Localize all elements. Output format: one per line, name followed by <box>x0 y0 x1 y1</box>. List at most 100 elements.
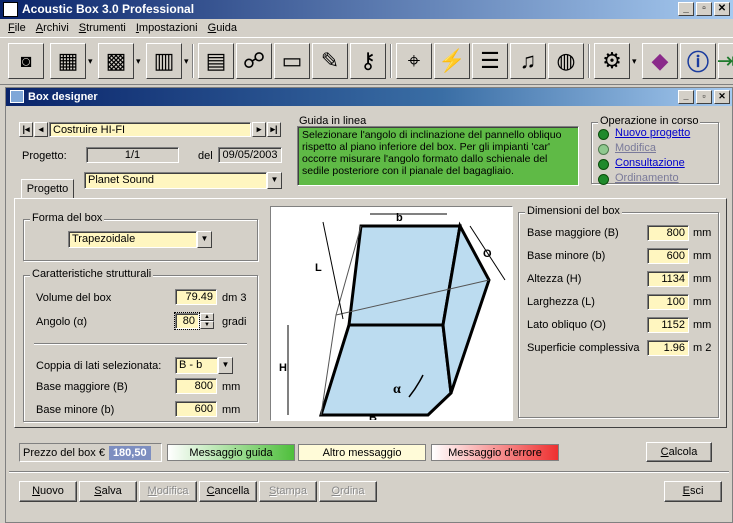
left-face <box>347 224 462 327</box>
label-L: L <box>315 262 322 274</box>
menu-file[interactable]: File <box>8 22 26 34</box>
label-alpha: α <box>393 382 401 397</box>
info-icon[interactable]: ⓘ <box>680 43 716 79</box>
spin-up-icon[interactable]: ▲ <box>200 313 214 321</box>
messaggio-guida: Messaggio guida <box>167 444 295 461</box>
dropdown-arrow-icon[interactable]: ▾ <box>184 56 189 67</box>
equalizer-tool-icon[interactable]: ☰ <box>472 43 508 79</box>
link-modifica[interactable]: Modifica <box>615 142 656 154</box>
dropdown-arrow-icon[interactable]: ▾ <box>88 56 93 67</box>
chevron-down-icon[interactable]: ▼ <box>218 357 233 374</box>
child-close-button[interactable]: ✕ <box>714 90 730 104</box>
caratteristiche-title: Caratteristiche strutturali <box>30 268 154 280</box>
link-nuovo-progetto[interactable]: Nuovo progetto <box>615 127 690 139</box>
label-H: H <box>279 362 287 374</box>
radio-modifica[interactable] <box>598 144 609 155</box>
child-minimize-button[interactable]: _ <box>678 90 694 104</box>
book-help-icon[interactable]: ◆ <box>642 43 678 79</box>
menu-guida[interactable]: Guida <box>208 22 237 34</box>
keys-tool-icon[interactable]: ⚷ <box>350 43 386 79</box>
document-tool-icon[interactable]: ▤ <box>198 43 234 79</box>
dim-row: Altezza (H) 1134 mm <box>527 271 715 294</box>
dim-label: Larghezza (L) <box>527 296 595 308</box>
guida-text: Selezionare l'angolo di inclinazione del… <box>297 126 579 186</box>
books-tool-icon[interactable]: ▥ <box>146 43 182 79</box>
window-icon <box>10 90 24 103</box>
nuovo-button[interactable]: Nuovo <box>19 481 77 502</box>
cancella-button[interactable]: Cancella <box>199 481 257 502</box>
altro-messaggio: Altro messaggio <box>298 444 426 461</box>
link-ordinamento[interactable]: Ordinamento <box>615 172 679 184</box>
prev-record-icon[interactable]: ◂ <box>34 122 48 137</box>
divider <box>34 343 247 345</box>
label-O: O <box>483 248 492 260</box>
angolo-label: Angolo (α) <box>36 316 87 328</box>
dim-label: Base maggiore (B) <box>527 227 619 239</box>
dropdown-arrow-icon[interactable]: ▾ <box>136 56 141 67</box>
base-min-value[interactable]: 600 <box>175 401 217 417</box>
salva-button[interactable]: Salva <box>79 481 137 502</box>
cables-tool-icon[interactable]: ⚡ <box>434 43 470 79</box>
first-record-icon[interactable]: |◂ <box>19 122 33 137</box>
project-name-combo[interactable]: Planet Sound ▼ <box>84 172 282 189</box>
tab-progetto[interactable]: Progetto <box>21 179 74 198</box>
progetto-value: 1/1 <box>86 147 179 163</box>
base-magg-value[interactable]: 800 <box>175 378 217 394</box>
measure-tool-icon[interactable]: ⌖ <box>396 43 432 79</box>
next-record-icon[interactable]: ▸ <box>252 122 266 137</box>
globe-tool-icon[interactable]: ◍ <box>548 43 584 79</box>
dim-label: Altezza (H) <box>527 273 582 285</box>
coppia-select[interactable]: B - b ▼ <box>175 357 233 374</box>
handshake-tool-icon[interactable]: ☍ <box>236 43 272 79</box>
minimize-button[interactable]: _ <box>678 2 694 16</box>
prezzo-label: Prezzo del box € <box>23 446 105 459</box>
operazione-title: Operazione in corso <box>598 115 701 127</box>
gears-tool-icon[interactable]: ⚙ <box>594 43 630 79</box>
volume-value: 79.49 <box>175 289 217 305</box>
restore-button[interactable]: ▫ <box>696 2 712 16</box>
app-title: Acoustic Box 3.0 Professional <box>22 2 195 16</box>
prezzo-value: 180,50 <box>108 445 151 460</box>
stampa-button[interactable]: Stampa <box>259 481 317 502</box>
child-restore-button[interactable]: ▫ <box>696 90 712 104</box>
last-record-icon[interactable]: ▸| <box>267 122 281 137</box>
prezzo-box: Prezzo del box € 180,50 <box>19 443 162 462</box>
folder-tool-icon[interactable]: ▭ <box>274 43 310 79</box>
dim-row: Superficie complessiva 1.96 m 2 <box>527 340 715 363</box>
angolo-spinner[interactable]: ▲ ▼ <box>200 313 214 329</box>
link-consultazione[interactable]: Consultazione <box>615 157 685 169</box>
child-title: Box designer <box>28 91 98 103</box>
dim-unit: mm <box>693 227 712 239</box>
chevron-down-icon[interactable]: ▼ <box>197 231 212 248</box>
angolo-input[interactable]: 80 <box>174 312 200 330</box>
building-tool-icon[interactable]: ▦ <box>50 43 86 79</box>
dim-row: Lato obliquo (O) 1152 mm <box>527 317 715 340</box>
dim-row: Base maggiore (B) 800 mm <box>527 225 715 248</box>
sound-tool-icon[interactable]: ♫ <box>510 43 546 79</box>
menu-archivi[interactable]: Archivi <box>36 22 69 34</box>
menu-impostazioni[interactable]: Impostazioni <box>136 22 198 34</box>
forma-select[interactable]: Trapezoidale ▼ <box>68 231 212 248</box>
radio-nuovo[interactable] <box>598 129 609 140</box>
close-button[interactable]: ✕ <box>714 2 730 16</box>
modifica-button[interactable]: Modifica <box>139 481 197 502</box>
edit-tool-icon[interactable]: ✎ <box>312 43 348 79</box>
app-icon <box>3 2 18 17</box>
dim-row: Base minore (b) 600 mm <box>527 248 715 271</box>
dim-unit: mm <box>693 273 712 285</box>
speaker-tool-icon[interactable]: ◙ <box>8 43 44 79</box>
dim-value: 1.96 <box>647 340 689 356</box>
dropdown-arrow-icon[interactable]: ▾ <box>632 56 637 67</box>
exit-tool-icon[interactable]: ⇥ <box>717 43 733 79</box>
calcola-button[interactable]: Calcola <box>646 442 712 462</box>
chevron-down-icon[interactable]: ▼ <box>267 172 282 189</box>
puzzle-tool-icon[interactable]: ▩ <box>98 43 134 79</box>
spin-down-icon[interactable]: ▼ <box>200 321 214 329</box>
radio-consultazione[interactable] <box>598 159 609 170</box>
ordina-button[interactable]: Ordina <box>319 481 377 502</box>
label-b: b <box>396 212 403 224</box>
radio-ordinamento[interactable] <box>598 174 609 185</box>
coppia-label: Coppia di lati selezionata: <box>36 360 162 372</box>
menu-strumenti[interactable]: Strumenti <box>79 22 126 34</box>
esci-button[interactable]: Esci <box>664 481 722 502</box>
